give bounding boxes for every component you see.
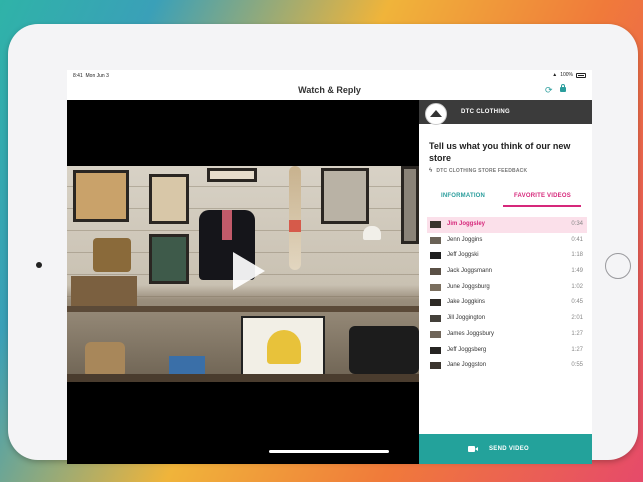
status-right: ▲ 100% bbox=[552, 72, 586, 78]
video-camera-icon bbox=[468, 446, 478, 452]
video-author: Jack Joggsmann bbox=[447, 268, 493, 275]
video-thumbnail bbox=[430, 330, 441, 338]
lock-icon[interactable] bbox=[560, 84, 566, 92]
list-item[interactable]: Jim Joggsley 0:34 bbox=[427, 217, 587, 233]
tab-information[interactable]: INFORMATION bbox=[441, 193, 485, 199]
list-item[interactable]: Jill Joggington 2:01 bbox=[427, 311, 587, 327]
tab-favorite-videos[interactable]: FAVORITE VIDEOS bbox=[514, 193, 571, 199]
video-duration: 1:02 bbox=[571, 283, 583, 290]
survey-subtitle: ϟ DTC CLOTHING STORE FEEDBACK bbox=[429, 168, 528, 174]
hanger-logo-icon bbox=[425, 103, 447, 125]
app-screen: 8:41 Mon Jun 3 ▲ 100% Watch & Reply ⟳ DT… bbox=[67, 70, 592, 464]
video-duration: 1:27 bbox=[571, 346, 583, 353]
video-duration: 0:41 bbox=[571, 236, 583, 243]
list-item[interactable]: James Joggsbury 1:27 bbox=[427, 327, 587, 343]
list-item[interactable]: June Joggsburg 1:02 bbox=[427, 280, 587, 296]
video-thumbnail bbox=[430, 221, 441, 228]
lightning-icon: ϟ bbox=[429, 168, 433, 174]
list-item[interactable]: Jane Joggston 0:55 bbox=[427, 358, 587, 374]
video-thumbnail bbox=[430, 299, 441, 307]
video-scrubber[interactable] bbox=[269, 450, 389, 453]
video-thumbnail bbox=[430, 236, 441, 244]
active-tab-indicator bbox=[503, 205, 581, 207]
video-author: Jake Joggkins bbox=[447, 299, 486, 306]
video-thumbnail bbox=[430, 283, 441, 291]
tablet-frame: 8:41 Mon Jun 3 ▲ 100% Watch & Reply ⟳ DT… bbox=[8, 24, 638, 464]
play-icon[interactable] bbox=[233, 252, 265, 290]
front-camera bbox=[36, 262, 42, 268]
refresh-icon[interactable]: ⟳ bbox=[545, 85, 553, 96]
status-bar: 8:41 Mon Jun 3 ▲ 100% bbox=[67, 70, 592, 81]
send-video-label: SEND VIDEO bbox=[489, 446, 530, 452]
list-item[interactable]: Jeff Joggski 1:18 bbox=[427, 248, 587, 264]
video-duration: 1:49 bbox=[571, 268, 583, 275]
video-author: Jim Joggsley bbox=[447, 221, 486, 227]
video-duration: 2:01 bbox=[571, 315, 583, 322]
list-item[interactable]: Jake Joggkins 0:45 bbox=[427, 295, 587, 311]
nav-bar: Watch & Reply ⟳ bbox=[67, 81, 592, 101]
battery-icon bbox=[576, 72, 586, 78]
list-item[interactable]: Jenn Joggins 0:41 bbox=[427, 233, 587, 249]
send-video-button[interactable]: SEND VIDEO bbox=[419, 434, 592, 464]
video-thumbnail bbox=[430, 252, 441, 260]
video-thumbnail bbox=[430, 362, 441, 370]
video-duration: 0:55 bbox=[571, 362, 583, 369]
battery-percent: 100% bbox=[560, 72, 573, 78]
list-item[interactable]: Jeff Joggsberg 1:27 bbox=[427, 343, 587, 359]
video-author: Jeff Joggsberg bbox=[447, 346, 487, 353]
video-author: Jill Joggington bbox=[447, 315, 486, 322]
video-player[interactable] bbox=[67, 100, 419, 464]
status-time: 8:41 Mon Jun 3 bbox=[73, 73, 109, 79]
video-author: James Joggsbury bbox=[447, 330, 495, 337]
video-thumbnail bbox=[430, 315, 441, 323]
video-duration: 0:34 bbox=[571, 221, 583, 227]
video-author: June Joggsburg bbox=[447, 283, 490, 290]
video-author: Jenn Joggins bbox=[447, 236, 483, 243]
wifi-icon: ▲ bbox=[552, 72, 558, 78]
favorite-videos-list: Jim Joggsley 0:34 Jenn Joggins 0:41 Jeff… bbox=[427, 217, 587, 374]
video-duration: 1:18 bbox=[571, 252, 583, 259]
side-panel: DTC CLOTHING Tell us what you think of o… bbox=[419, 100, 592, 464]
brand-bar: DTC CLOTHING bbox=[419, 100, 592, 125]
page-title: Watch & Reply bbox=[298, 85, 361, 95]
brand-name: DTC CLOTHING bbox=[461, 109, 510, 115]
video-thumbnail bbox=[430, 346, 441, 354]
tab-bar: INFORMATION FAVORITE VIDEOS bbox=[419, 193, 592, 207]
video-thumbnail bbox=[430, 268, 441, 276]
survey-headline: Tell us what you think of our new store bbox=[429, 141, 571, 163]
home-button[interactable] bbox=[605, 253, 631, 279]
video-duration: 1:27 bbox=[571, 330, 583, 337]
video-duration: 0:45 bbox=[571, 299, 583, 306]
video-author: Jeff Joggski bbox=[447, 252, 479, 259]
video-author: Jane Joggston bbox=[447, 362, 487, 369]
list-item[interactable]: Jack Joggsmann 1:49 bbox=[427, 264, 587, 280]
